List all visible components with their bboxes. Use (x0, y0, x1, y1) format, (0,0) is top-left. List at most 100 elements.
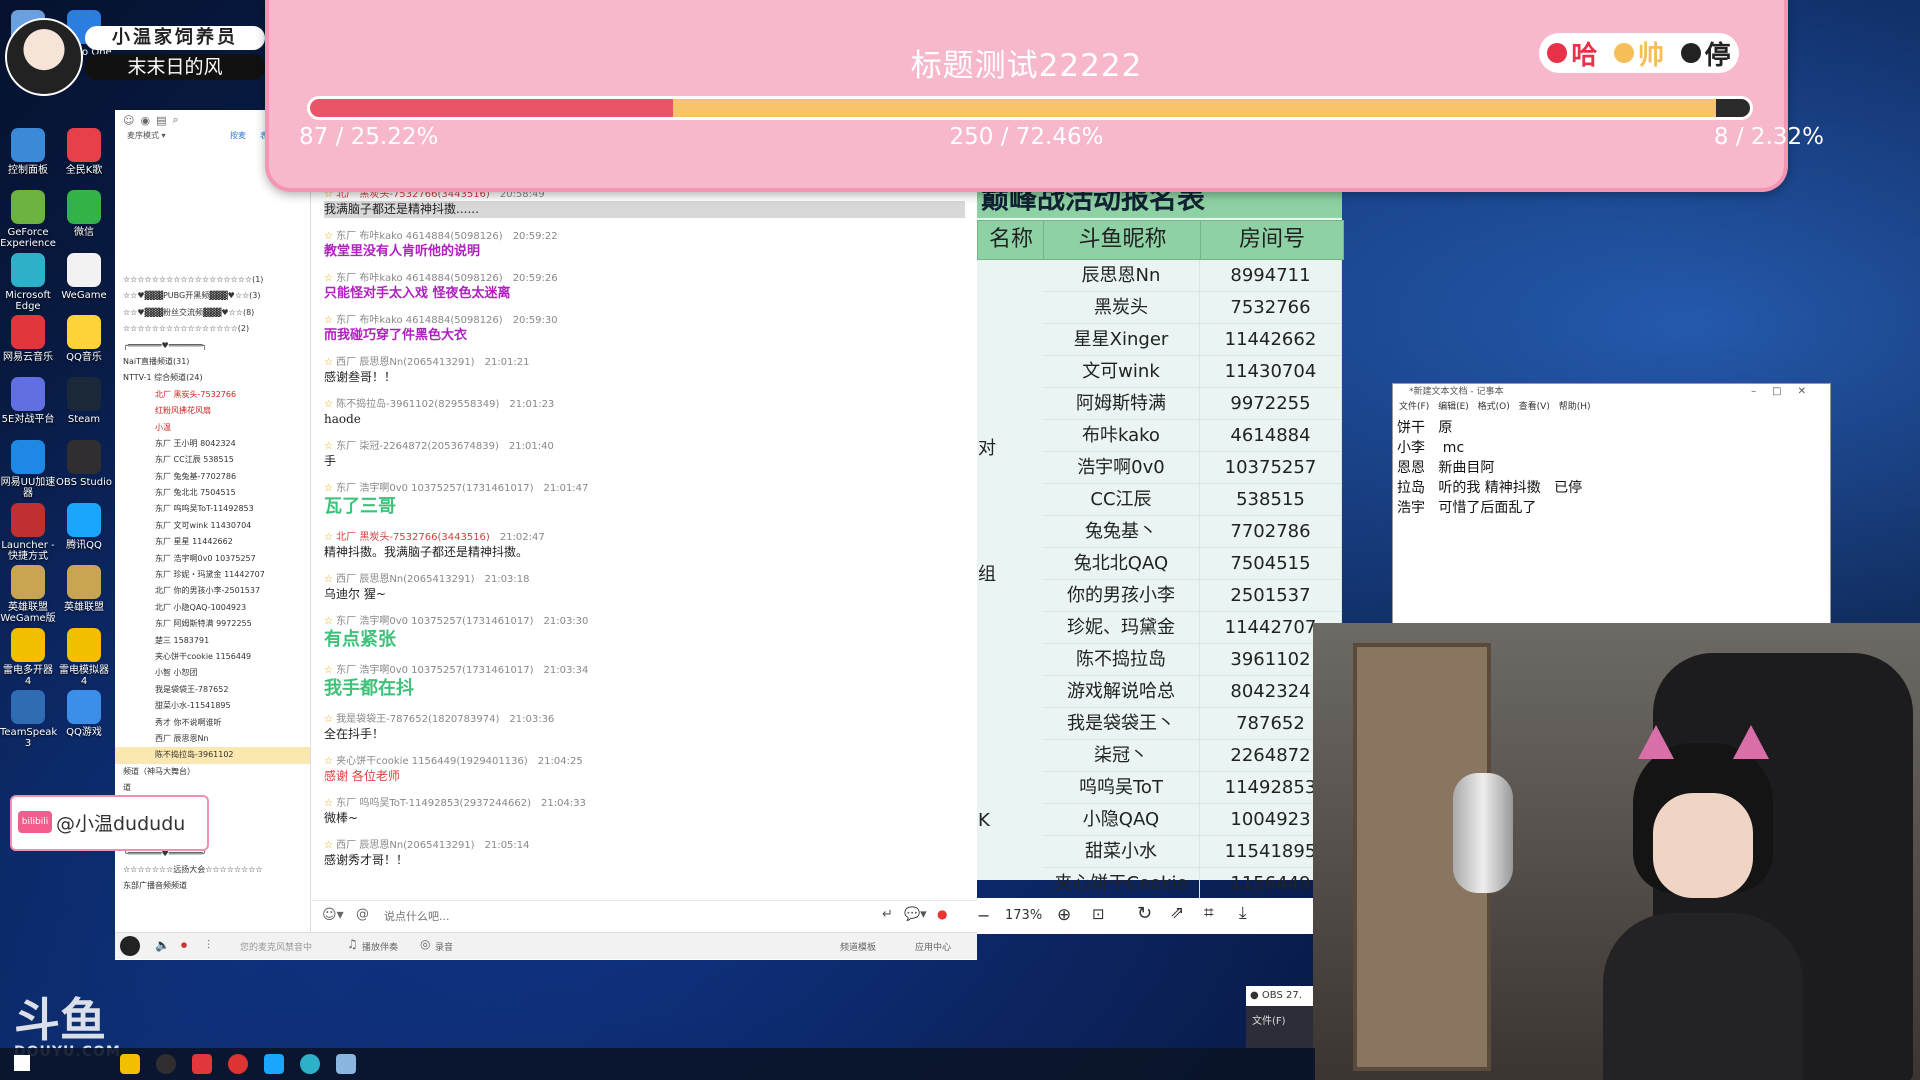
desktop-icon[interactable]: 网易UU加速器 (0, 440, 56, 499)
desktop-icon[interactable]: 腾讯QQ (56, 503, 112, 551)
desktop-icon[interactable]: WeGame (56, 253, 112, 301)
maximize-icon[interactable]: □ (1772, 386, 1797, 397)
tree-row[interactable]: 夹心饼干cookie 1156449 (115, 649, 310, 665)
template-button[interactable]: 频道模板 (840, 940, 876, 953)
tree-row[interactable]: ☆☆☆☆☆☆☆☆☆☆☆☆☆☆☆☆☆☆(1) (115, 272, 310, 288)
message-sender[interactable]: 东厂 布咔kako 4614884(5098126) (336, 273, 503, 284)
desktop-icon[interactable]: 英雄联盟 (56, 565, 112, 613)
tree-row[interactable]: ☆☆♥▓▓▓粉丝交流频▓▓▓♥☆☆(8) (115, 305, 310, 321)
zoom-out-icon[interactable]: − (977, 906, 990, 925)
user-icon[interactable]: ☺ (123, 114, 134, 127)
emoji-icon[interactable]: ☺▾ (322, 907, 344, 923)
taskbar-app-icon[interactable] (192, 1054, 212, 1074)
desktop-icon[interactable]: 微信 (56, 190, 112, 238)
tree-row[interactable]: 红粉风拂花风扇 (115, 403, 310, 419)
message-sender[interactable]: 西厂 辰思恩Nn(2065413291) (336, 574, 474, 585)
mode-select[interactable]: 麦序模式 (127, 131, 159, 140)
at-icon[interactable]: @ (356, 907, 369, 922)
actual-size-icon[interactable]: ⊡ (1092, 905, 1105, 923)
tree-row[interactable]: NTTV-1 综合频道(24) (115, 370, 310, 386)
tree-row[interactable]: 东厂 兔北北 7504515 (115, 485, 310, 501)
desktop-icon[interactable]: Steam (56, 377, 112, 425)
tree-row[interactable]: ☆☆☆☆☆☆☆远扬大会☆☆☆☆☆☆☆☆ (115, 862, 310, 878)
desktop-icon[interactable]: 雷电多开器4 (0, 628, 56, 687)
message-sender[interactable]: 北厂 黑炭头-7532766(3443516) (336, 532, 490, 543)
desktop-icon[interactable]: 雷电模拟器4 (56, 628, 112, 687)
chat-bubble-icon[interactable]: 💬▾ (904, 907, 927, 922)
desktop-icon[interactable]: Microsoft Edge (0, 253, 56, 312)
crop-icon[interactable]: ⌗ (1204, 903, 1214, 923)
desktop-icon[interactable]: GeForce Experience (0, 190, 56, 249)
tree-row[interactable]: ☆☆☆☆☆☆☆☆☆☆☆☆☆☆☆☆(2) (115, 321, 310, 337)
mic-icon[interactable]: ⏺ (181, 938, 187, 953)
desktop-icon[interactable]: OBS Studio (56, 440, 112, 488)
tree-row[interactable]: 东厂 星星 11442662 (115, 534, 310, 550)
tree-row[interactable]: 东厂 CC江辰 538515 (115, 452, 310, 468)
taskbar-app-icon[interactable] (156, 1054, 176, 1074)
taskbar-app-icon[interactable] (264, 1054, 284, 1074)
message-sender[interactable]: 东厂 浩宇啊0v0 10375257(1731461017) (336, 616, 533, 627)
message-sender[interactable]: 夹心饼干cookie 1156449(1929401136) (336, 756, 528, 767)
menu-help[interactable]: 帮助(H) (1559, 402, 1591, 412)
download-icon[interactable]: ⤓ (1239, 903, 1247, 923)
desktop-icon[interactable]: 控制面板 (0, 128, 56, 176)
tree-row[interactable]: 北厂 黑炭头-7532766 (115, 387, 310, 403)
tree-row[interactable]: 北厂 你的男孩小李-2501537 (115, 583, 310, 599)
menu-edit[interactable]: 编辑(E) (1438, 402, 1469, 412)
tree-row[interactable]: 频道（神马大舞台） (115, 764, 310, 780)
mode-link-0[interactable]: 按麦 (230, 130, 246, 141)
menu-format[interactable]: 格式(O) (1478, 402, 1510, 412)
tree-row[interactable]: 北厂 小隐QAQ-1004923 (115, 600, 310, 616)
desktop-icon[interactable]: 网易云音乐 (0, 315, 56, 363)
taskbar-app-icon[interactable] (300, 1054, 320, 1074)
menu-view[interactable]: 查看(V) (1519, 402, 1550, 412)
tree-row[interactable]: ╭═══════♥═══════╮ (115, 338, 310, 354)
send-icon[interactable]: ↵ (882, 907, 893, 922)
speaker-icon[interactable]: 🔈 (155, 938, 170, 952)
tree-row[interactable]: 陈不捣拉岛-3961102 (115, 747, 310, 764)
desktop-icon[interactable]: 全民K歌 (56, 128, 112, 176)
tree-row[interactable]: 楚三 1583791 (115, 633, 310, 649)
accompaniment-button[interactable]: 播放伴奏 (362, 940, 398, 953)
tree-row[interactable]: 小温 (115, 420, 310, 436)
tree-row[interactable]: NaiT直播频道(31) (115, 354, 310, 370)
taskbar-app-icon[interactable] (120, 1054, 140, 1074)
tree-row[interactable]: 小智 小恕团 (115, 665, 310, 681)
start-icon[interactable] (14, 1055, 30, 1071)
message-sender[interactable]: 西厂 辰思恩Nn(2065413291) (336, 357, 474, 368)
taskbar-app-icon[interactable] (228, 1054, 248, 1074)
desktop-icon[interactable]: QQ音乐 (56, 315, 112, 363)
desktop-icon[interactable]: QQ游戏 (56, 690, 112, 738)
list-icon[interactable]: ▤ (156, 114, 166, 127)
tree-row[interactable]: 东厂 兔兔基-7702786 (115, 469, 310, 485)
tree-row[interactable]: 我是袋袋王-787652 (115, 682, 310, 698)
tree-row[interactable]: 东部广播音频频道 (115, 878, 310, 894)
desktop-icon[interactable]: TeamSpeak 3 (0, 690, 57, 749)
desktop-icon[interactable]: 5E对战平台 (0, 377, 56, 425)
minimize-icon[interactable]: – (1751, 386, 1772, 397)
message-sender[interactable]: 东厂 浩宇啊0v0 10375257(1731461017) (336, 665, 533, 676)
tree-row[interactable]: 秀才 你不说啊谁听 (115, 715, 310, 731)
mic-icon[interactable]: ● (937, 907, 947, 921)
notepad-text[interactable]: 饼干 原 小李 mc 恩恩 新曲目阿 拉岛 听的我 精神抖擞 已停 浩宇 可惜了… (1393, 414, 1830, 518)
message-sender[interactable]: 东厂 柒冠-2264872(2053674839) (336, 441, 499, 452)
tree-row[interactable]: 东厂 王小明 8042324 (115, 436, 310, 452)
tree-row[interactable]: 东厂 呜呜吴ToT-11492853 (115, 501, 310, 517)
location-icon[interactable]: ◉ (140, 114, 150, 127)
desktop-icon[interactable]: 英雄联盟WeGame版 (0, 565, 56, 624)
obs-menu-file[interactable]: 文件(F) (1246, 1006, 1313, 1033)
app-center-button[interactable]: 应用中心 (915, 940, 951, 953)
zoom-in-icon[interactable]: ⊕ (1057, 905, 1071, 925)
menu-file[interactable]: 文件(F) (1399, 402, 1429, 412)
message-sender[interactable]: 西厂 辰思恩Nn(2065413291) (336, 840, 474, 851)
tree-row[interactable]: 甜菜小水-11541895 (115, 698, 310, 714)
tree-row[interactable]: 东厂 浩宇啊0v0 10375257 (115, 551, 310, 567)
equalizer-icon[interactable]: ⫶ (207, 938, 210, 953)
message-sender[interactable]: 东厂 浩宇啊0v0 10375257(1731461017) (336, 483, 533, 494)
tree-row[interactable]: ☆☆♥▓▓▓PUBG开黑频▓▓▓♥☆☆(3) (115, 288, 310, 304)
message-sender[interactable]: 东厂 布咔kako 4614884(5098126) (336, 231, 503, 242)
yy-logo-icon[interactable] (120, 936, 140, 956)
taskbar-app-icon[interactable] (336, 1054, 356, 1074)
chat-input[interactable] (382, 906, 786, 926)
tree-row[interactable]: 东厂 珍妮・玛黛金 11442707 (115, 567, 310, 583)
